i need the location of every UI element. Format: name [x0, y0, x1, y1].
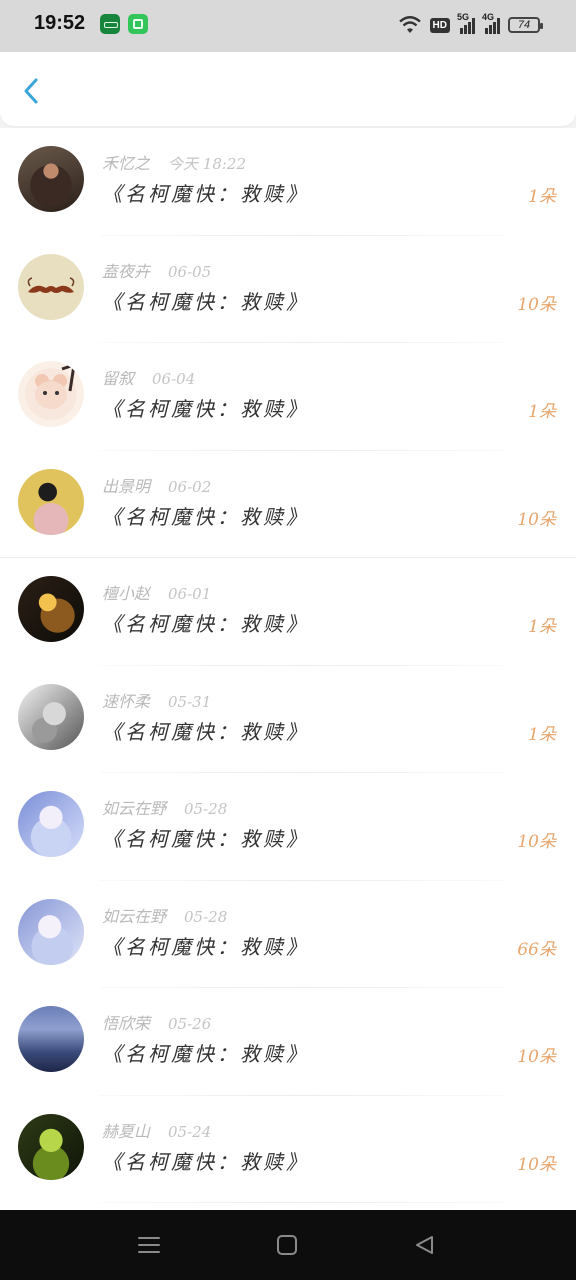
flower-count: 10朵: [517, 294, 556, 315]
menu-icon: [138, 1237, 160, 1253]
user-name[interactable]: 檀小赵: [102, 580, 150, 604]
square-home-icon: [277, 1235, 297, 1255]
flower-count: 10朵: [517, 509, 556, 530]
avatar[interactable]: [18, 146, 84, 212]
book-title: 《名柯魔快：救赎》: [102, 934, 309, 959]
item-meta: 赫夏山 05-24: [102, 1118, 211, 1142]
system-back-button[interactable]: [412, 1234, 438, 1256]
signal-5g-label: 5G: [457, 12, 470, 22]
item-meta: 禾忆之 今天 18:22: [102, 150, 246, 174]
item-meta: 留叙 06-04: [102, 365, 195, 389]
chevron-left-icon: [24, 78, 38, 104]
signal-5g-icon: 5G: [457, 12, 475, 34]
item-date: 今天 18:22: [168, 155, 247, 173]
item-date: 06-05: [168, 262, 212, 281]
hd-badge: HD: [429, 17, 450, 33]
item-date: 05-28: [184, 907, 228, 926]
item-date: 05-28: [184, 800, 228, 818]
bear-illustration: [35, 362, 76, 409]
flower-count: 1朵: [528, 187, 556, 207]
triangle-back-icon: [416, 1236, 433, 1254]
list-item[interactable]: 出景明 06-02 《名柯魔快：救赎》 10朵: [0, 451, 576, 559]
user-name[interactable]: 盍夜卉: [102, 258, 150, 282]
list-item[interactable]: 如云在野 05-28 《名柯魔快：救赎》 10朵: [0, 773, 576, 881]
user-name[interactable]: 赫夏山: [102, 1118, 150, 1142]
book-title: 《名柯魔快：救赎》: [102, 289, 309, 314]
item-meta: 出景明 06-02: [102, 473, 211, 497]
avatar[interactable]: [18, 898, 84, 965]
wifi-icon: [398, 15, 422, 35]
book-title: 《名柯魔快：救赎》: [102, 397, 309, 421]
list-item[interactable]: 悟欣荣 05-26 《名柯魔快：救赎》 10朵: [0, 988, 576, 1096]
app-notification-icon: [128, 14, 148, 34]
book-title: 《名柯魔快：救赎》: [102, 719, 309, 744]
item-date: 06-04: [152, 370, 196, 388]
list-item[interactable]: 留叙 06-04 《名柯魔快：救赎》 1朵: [0, 343, 576, 451]
item-meta: 盍夜卉 06-05: [102, 258, 211, 282]
user-name[interactable]: 留叙: [102, 365, 134, 389]
flower-count: 10朵: [517, 832, 556, 852]
avatar[interactable]: [18, 361, 84, 427]
system-nav-bar: [0, 1210, 576, 1280]
user-name[interactable]: 如云在野: [102, 903, 166, 927]
item-meta: 如云在野 05-28: [102, 903, 227, 927]
flower-count: 1朵: [528, 617, 556, 637]
avatar[interactable]: [18, 683, 84, 750]
user-name[interactable]: 禾忆之: [102, 150, 150, 174]
item-date: 06-01: [168, 585, 212, 603]
status-bar: 19:52 HD 5G 4G 74: [0, 0, 576, 52]
flower-count: 1朵: [528, 724, 556, 745]
mustache-icon: [27, 276, 75, 293]
avatar[interactable]: [18, 1006, 84, 1072]
book-title: 《名柯魔快：救赎》: [102, 612, 309, 636]
book-title: 《名柯魔快：救赎》: [102, 182, 309, 206]
back-button[interactable]: [18, 76, 46, 106]
list-item[interactable]: 速怀柔 05-31 《名柯魔快：救赎》 1朵: [0, 666, 576, 774]
gift-record-list: 禾忆之 今天 18:22 《名柯魔快：救赎》 1朵 盍夜卉 06-05 《名柯魔…: [0, 128, 576, 1210]
flower-count: 10朵: [517, 1154, 556, 1175]
item-meta: 檀小赵 06-01: [102, 580, 211, 604]
avatar[interactable]: [18, 791, 84, 857]
user-name[interactable]: 速怀柔: [102, 688, 150, 712]
user-name[interactable]: 如云在野: [102, 795, 166, 819]
item-date: 05-31: [168, 692, 212, 711]
app-notification-icon: [100, 14, 120, 34]
list-item[interactable]: 赫夏山 05-24 《名柯魔快：救赎》 10朵: [0, 1096, 576, 1204]
flower-count: 66朵: [517, 939, 556, 960]
avatar[interactable]: [18, 576, 84, 642]
status-time: 19:52: [34, 12, 86, 34]
book-title: 《名柯魔快：救赎》: [102, 504, 309, 529]
user-name[interactable]: 出景明: [102, 473, 150, 497]
flower-count: 1朵: [528, 402, 556, 422]
list-item[interactable]: 如云在野 05-28 《名柯魔快：救赎》 66朵: [0, 881, 576, 989]
avatar[interactable]: [18, 1113, 84, 1180]
menu-button[interactable]: [136, 1234, 162, 1256]
book-title: 《名柯魔快：救赎》: [102, 1149, 309, 1174]
list-item[interactable]: 禾忆之 今天 18:22 《名柯魔快：救赎》 1朵: [0, 128, 576, 236]
battery-icon: 74: [508, 17, 543, 33]
avatar[interactable]: [18, 468, 84, 535]
item-date: 05-26: [168, 1015, 212, 1033]
item-date: 05-24: [168, 1122, 212, 1141]
home-button[interactable]: [274, 1234, 300, 1256]
user-name[interactable]: 悟欣荣: [102, 1010, 150, 1034]
item-meta: 如云在野 05-28: [102, 795, 227, 819]
item-meta: 速怀柔 05-31: [102, 688, 211, 712]
signal-4g-icon: 4G: [482, 12, 500, 34]
book-title: 《名柯魔快：救赎》: [102, 1042, 309, 1066]
list-item[interactable]: 盍夜卉 06-05 《名柯魔快：救赎》 10朵: [0, 236, 576, 344]
list-item[interactable]: 檀小赵 06-01 《名柯魔快：救赎》 1朵: [0, 558, 576, 666]
item-date: 06-02: [168, 477, 212, 496]
book-title: 《名柯魔快：救赎》: [102, 827, 309, 851]
flower-count: 10朵: [517, 1047, 556, 1067]
signal-4g-label: 4G: [482, 12, 495, 22]
status-indicators: HD 5G 4G 74: [398, 12, 543, 36]
battery-level: 74: [517, 19, 531, 31]
header: [0, 52, 576, 126]
item-meta: 悟欣荣 05-26: [102, 1010, 211, 1034]
avatar[interactable]: [18, 253, 84, 320]
